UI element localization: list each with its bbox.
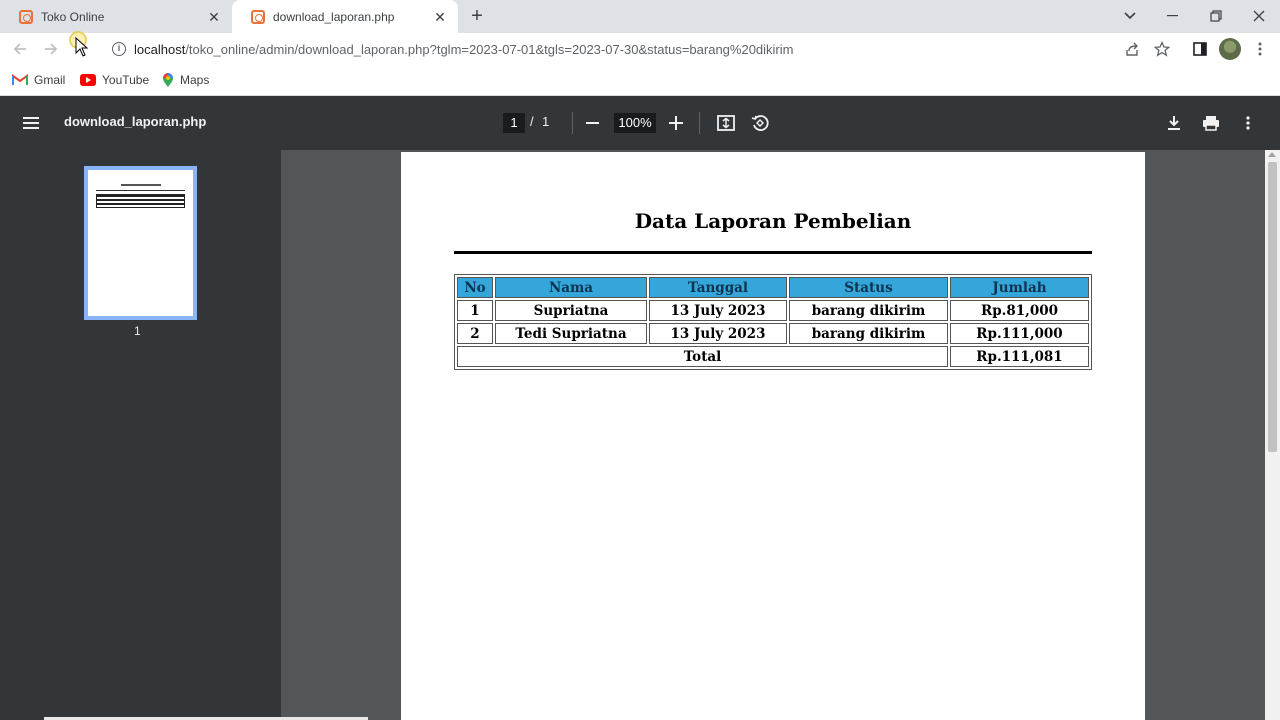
close-tab-icon[interactable]: ✕ [432,9,448,25]
header-status: Status [789,277,948,298]
total-label: Total [457,346,948,367]
bookmark-maps[interactable]: Maps [162,71,209,89]
fit-to-page-icon[interactable] [714,111,738,135]
zoom-input[interactable]: 100% [614,113,656,133]
url-host: localhost [134,41,186,57]
browser-toolbar: i localhost/toko_online/admin/download_l… [0,31,1280,65]
tab-toko-online[interactable]: Toko Online ✕ [0,0,232,33]
total-value: Rp.111,081 [950,346,1089,367]
xampp-favicon-icon [251,9,265,24]
site-info-icon[interactable]: i [112,42,126,56]
table-total-row: Total Rp.111,081 [457,346,1089,367]
youtube-icon [80,74,96,86]
page-number-input[interactable]: 1 [503,113,525,133]
print-icon[interactable] [1199,111,1223,135]
tab-download-laporan[interactable]: download_laporan.php ✕ [232,0,458,33]
cell-no: 1 [457,300,493,321]
bookmark-youtube[interactable]: YouTube [80,71,149,89]
zoom-out-icon[interactable] [581,111,605,135]
cell-status: barang dikirim [789,300,948,321]
back-arrow-icon[interactable] [9,38,31,60]
gmail-icon [12,74,28,85]
thumbnail-preview [96,184,185,208]
download-icon[interactable] [1162,111,1186,135]
header-tanggal: Tanggal [649,277,787,298]
header-no: No [457,277,493,298]
cursor-highlight-icon [69,31,91,57]
page-thumbnail[interactable] [84,166,197,320]
header-jumlah: Jumlah [950,277,1089,298]
cell-nama: Tedi Supriatna [495,323,647,344]
zoom-in-icon[interactable] [664,111,688,135]
cell-tanggal: 13 July 2023 [649,300,787,321]
thumbnail-page-number: 1 [134,324,141,338]
tab-strip: Toko Online ✕ download_laporan.php ✕ + [0,0,1280,33]
bookmark-gmail[interactable]: Gmail [12,71,65,89]
pdf-file-name: download_laporan.php [64,114,207,129]
bookmark-label: Maps [180,73,210,87]
more-menu-icon[interactable] [1250,39,1270,59]
table-row: 1 Supriatna 13 July 2023 barang dikirim … [457,300,1089,321]
xampp-favicon-icon [19,9,33,24]
cell-jumlah: Rp.81,000 [950,300,1089,321]
close-window-icon[interactable] [1247,4,1271,28]
table-row: 2 Tedi Supriatna 13 July 2023 barang dik… [457,323,1089,344]
tab-title: download_laporan.php [273,9,395,24]
page-total: 1 [542,114,550,129]
pdf-page: Data Laporan Pembelian No Nama Tanggal S… [401,152,1145,720]
scrollbar-thumb[interactable] [1268,162,1277,452]
tab-search-icon[interactable] [1118,4,1142,28]
profile-avatar[interactable] [1219,38,1241,60]
table-header-row: No Nama Tanggal Status Jumlah [457,277,1089,298]
vertical-scrollbar[interactable] [1265,150,1280,720]
forward-arrow-icon[interactable] [40,38,62,60]
page-separator: / [530,114,534,129]
cell-status: barang dikirim [789,323,948,344]
url-path: /toko_online/admin/download_laporan.php?… [185,41,794,57]
header-nama: Nama [495,277,647,298]
cell-nama: Supriatna [495,300,647,321]
toolbar-divider [699,112,700,134]
rotate-icon[interactable] [748,111,772,135]
thumbnail-sidebar: 1 [0,150,281,720]
maps-icon [163,73,173,87]
side-panel-icon[interactable] [1190,39,1210,59]
more-options-icon[interactable] [1236,111,1260,135]
report-table: No Nama Tanggal Status Jumlah 1 Supriatn… [454,274,1092,370]
close-tab-icon[interactable]: ✕ [206,9,222,25]
toolbar-divider [572,112,573,134]
bookmark-label: YouTube [102,73,150,87]
cell-tanggal: 13 July 2023 [649,323,787,344]
bookmarks-bar: Gmail YouTube Maps [0,65,1280,96]
address-bar[interactable]: i localhost/toko_online/admin/download_l… [104,35,1180,63]
tab-title: Toko Online [41,9,105,24]
share-icon[interactable] [1122,39,1142,59]
bookmark-label: Gmail [34,73,66,87]
pdf-toolbar: download_laporan.php 1 / 1 100% [0,96,1280,150]
hamburger-menu-icon[interactable] [23,114,41,132]
cell-no: 2 [457,323,493,344]
minimize-icon[interactable] [1161,4,1185,28]
scroll-up-icon[interactable] [1268,152,1276,157]
bookmark-star-icon[interactable] [1152,39,1172,59]
report-title: Data Laporan Pembelian [634,209,912,233]
new-tab-button[interactable]: + [466,5,488,27]
cell-jumlah: Rp.111,000 [950,323,1089,344]
title-rule [454,251,1092,254]
restore-icon[interactable] [1204,4,1228,28]
